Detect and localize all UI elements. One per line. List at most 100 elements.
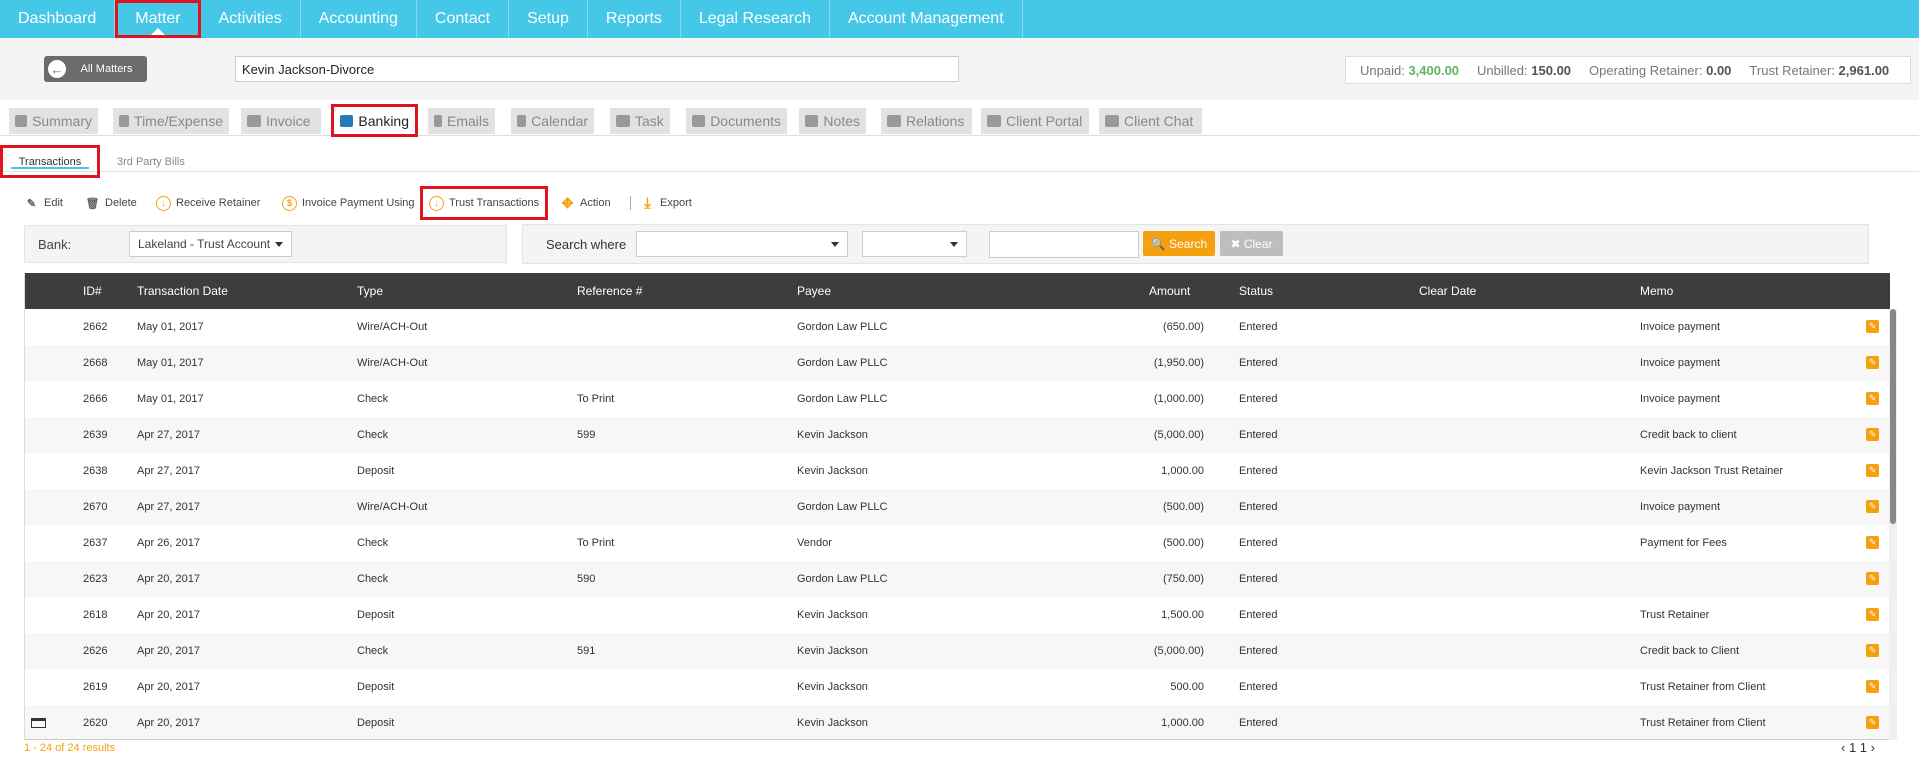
table-row[interactable]: 2618 Apr 20, 2017 Deposit Kevin Jackson Ente…	[25, 597, 1890, 633]
nav-contact[interactable]: Contact	[417, 0, 510, 38]
col-memo[interactable]: Memo	[1640, 284, 1673, 298]
caret-down-icon	[950, 242, 958, 247]
matter-name-field[interactable]	[235, 56, 959, 82]
table-scrollbar[interactable]	[1889, 309, 1897, 740]
cell-memo: Kevin Jackson Trust Retainer	[1640, 465, 1784, 477]
tab-task[interactable]: Task	[610, 108, 670, 134]
cell-status: Entered	[1239, 609, 1278, 621]
table-row[interactable]: 2619 Apr 20, 2017 Deposit Kevin Jackson Ente…	[25, 669, 1890, 705]
col-id[interactable]: ID#	[83, 284, 102, 298]
cell-status: Entered	[1239, 357, 1278, 369]
invoice-payment-button[interactable]: $ Invoice Payment Using	[282, 190, 415, 216]
cell-payee: Kevin Jackson	[797, 645, 868, 657]
row-edit-icon[interactable]: ✎	[1866, 644, 1879, 657]
tab-notes[interactable]: Notes	[799, 108, 866, 134]
cell-id: 2670	[83, 501, 108, 513]
balance-summary: Unpaid: 3,400.00 Unbilled: 150.00 Operat…	[1345, 56, 1911, 84]
nav-activities[interactable]: Activities	[201, 0, 301, 38]
tab-invoice[interactable]: Invoice	[241, 108, 321, 134]
edit-button[interactable]: ✎ Edit	[24, 190, 63, 216]
search-icon: 🔍	[1150, 236, 1170, 251]
table-row[interactable]: 2666 May 01, 2017 Check To Print Gordon Law …	[25, 381, 1890, 417]
row-edit-icon[interactable]: ✎	[1866, 356, 1879, 369]
row-edit-icon[interactable]: ✎	[1866, 572, 1879, 585]
nav-dashboard[interactable]: Dashboard	[0, 0, 116, 38]
tab-banking[interactable]: Banking	[331, 104, 418, 137]
table-row[interactable]: 2670 Apr 27, 2017 Wire/ACH-Out Gordon Law P…	[25, 489, 1890, 525]
table-row[interactable]: 2620 Apr 20, 2017 Deposit Kevin Jackson Ente…	[25, 705, 1890, 739]
tab-relations[interactable]: Relations	[881, 108, 972, 134]
cell-amount: (650.00)	[1163, 321, 1204, 333]
table-row[interactable]: 2639 Apr 27, 2017 Check 599 Kevin Jackson Ent…	[25, 417, 1890, 453]
nav-account-management[interactable]: Account Management	[830, 0, 1023, 38]
delete-button[interactable]: 🗑 Delete	[85, 190, 137, 216]
cell-status: Entered	[1239, 573, 1278, 585]
cell-reference: 591	[577, 645, 596, 657]
tab-emails[interactable]: Emails	[428, 108, 495, 134]
tab-time-expense[interactable]: Time/Expense	[113, 108, 229, 134]
nav-legal-research[interactable]: Legal Research	[681, 0, 830, 38]
bank-select[interactable]: Lakeland - Trust Account	[129, 231, 292, 257]
cell-memo: Trust Retainer	[1640, 609, 1710, 621]
scrollbar-thumb[interactable]	[1890, 309, 1896, 524]
row-edit-icon[interactable]: ✎	[1866, 320, 1879, 333]
cell-memo: Trust Retainer from Client	[1640, 717, 1766, 729]
tab-calendar[interactable]: Calendar	[511, 108, 594, 134]
tab-client-chat[interactable]: Client Chat	[1099, 108, 1202, 134]
search-field-select[interactable]	[636, 231, 848, 257]
cell-id: 2662	[83, 321, 108, 333]
table-row[interactable]: 2637 Apr 26, 2017 Check To Print Vendor Enter…	[25, 525, 1890, 561]
row-edit-icon[interactable]: ✎	[1866, 464, 1879, 477]
table-row[interactable]: 2626 Apr 20, 2017 Check 591 Kevin Jackson Ent…	[25, 633, 1890, 669]
bank-label: Bank:	[38, 237, 72, 252]
table-row[interactable]: 2662 May 01, 2017 Wire/ACH-Out Gordon Law P…	[25, 309, 1890, 345]
search-button[interactable]: 🔍 Search	[1143, 231, 1215, 256]
cell-date: Apr 20, 2017	[137, 645, 200, 657]
cell-amount: (1,950.00)	[1153, 357, 1204, 369]
pagination[interactable]: ‹ 1 1 ›	[1841, 740, 1875, 755]
row-edit-icon[interactable]: ✎	[1866, 536, 1879, 549]
cell-payee: Gordon Law PLLC	[797, 393, 888, 405]
search-input[interactable]	[989, 231, 1139, 258]
subtab-3rd-party-bills[interactable]: 3rd Party Bills	[107, 145, 195, 178]
tab-summary[interactable]: Summary	[9, 108, 98, 134]
trash-icon: 🗑	[85, 197, 100, 210]
nav-accounting[interactable]: Accounting	[301, 0, 417, 38]
action-button[interactable]: ✥ Action	[560, 190, 611, 216]
row-edit-icon[interactable]: ✎	[1866, 500, 1879, 513]
row-edit-icon[interactable]: ✎	[1866, 608, 1879, 621]
cell-type: Deposit	[357, 717, 395, 729]
tab-client-portal[interactable]: Client Portal	[981, 108, 1089, 134]
row-edit-icon[interactable]: ✎	[1866, 680, 1879, 693]
export-button[interactable]: ⤓ Export	[640, 190, 692, 216]
row-edit-icon[interactable]: ✎	[1866, 392, 1879, 405]
nav-reports[interactable]: Reports	[588, 0, 681, 38]
receive-retainer-button[interactable]: ↓ Receive Retainer	[156, 190, 260, 216]
col-amount[interactable]: Amount	[1149, 284, 1190, 298]
trust-transactions-button[interactable]: ↓ Trust Transactions	[420, 186, 549, 220]
cell-reference: 590	[577, 573, 596, 585]
cell-amount: (5,000.00)	[1153, 429, 1204, 441]
nav-setup[interactable]: Setup	[509, 0, 588, 38]
folder-icon	[692, 115, 706, 127]
col-status[interactable]: Status	[1239, 284, 1273, 298]
subtab-transactions[interactable]: Transactions	[0, 145, 100, 178]
clear-button[interactable]: ✖ Clear	[1220, 231, 1283, 256]
col-type[interactable]: Type	[357, 284, 383, 298]
row-edit-icon[interactable]: ✎	[1866, 428, 1879, 441]
tab-documents[interactable]: Documents	[686, 108, 787, 134]
col-clear-date[interactable]: Clear Date	[1419, 284, 1476, 298]
cell-status: Entered	[1239, 681, 1278, 693]
nav-matter[interactable]: Matter	[115, 0, 201, 38]
table-row[interactable]: 2668 May 01, 2017 Wire/ACH-Out Gordon Law P…	[25, 345, 1890, 381]
all-matters-button[interactable]: ← All Matters	[44, 56, 147, 82]
search-operator-select[interactable]	[862, 231, 967, 257]
col-reference[interactable]: Reference #	[577, 284, 642, 298]
client-portal-icon	[987, 115, 1001, 127]
table-row[interactable]: 2638 Apr 27, 2017 Deposit Kevin Jackson Ente…	[25, 453, 1890, 489]
col-payee[interactable]: Payee	[797, 284, 831, 298]
row-edit-icon[interactable]: ✎	[1866, 716, 1879, 729]
table-row[interactable]: 2623 Apr 20, 2017 Check 590 Gordon Law PLLC E…	[25, 561, 1890, 597]
cell-id: 2623	[83, 573, 108, 585]
col-transaction-date[interactable]: Transaction Date	[137, 284, 228, 298]
